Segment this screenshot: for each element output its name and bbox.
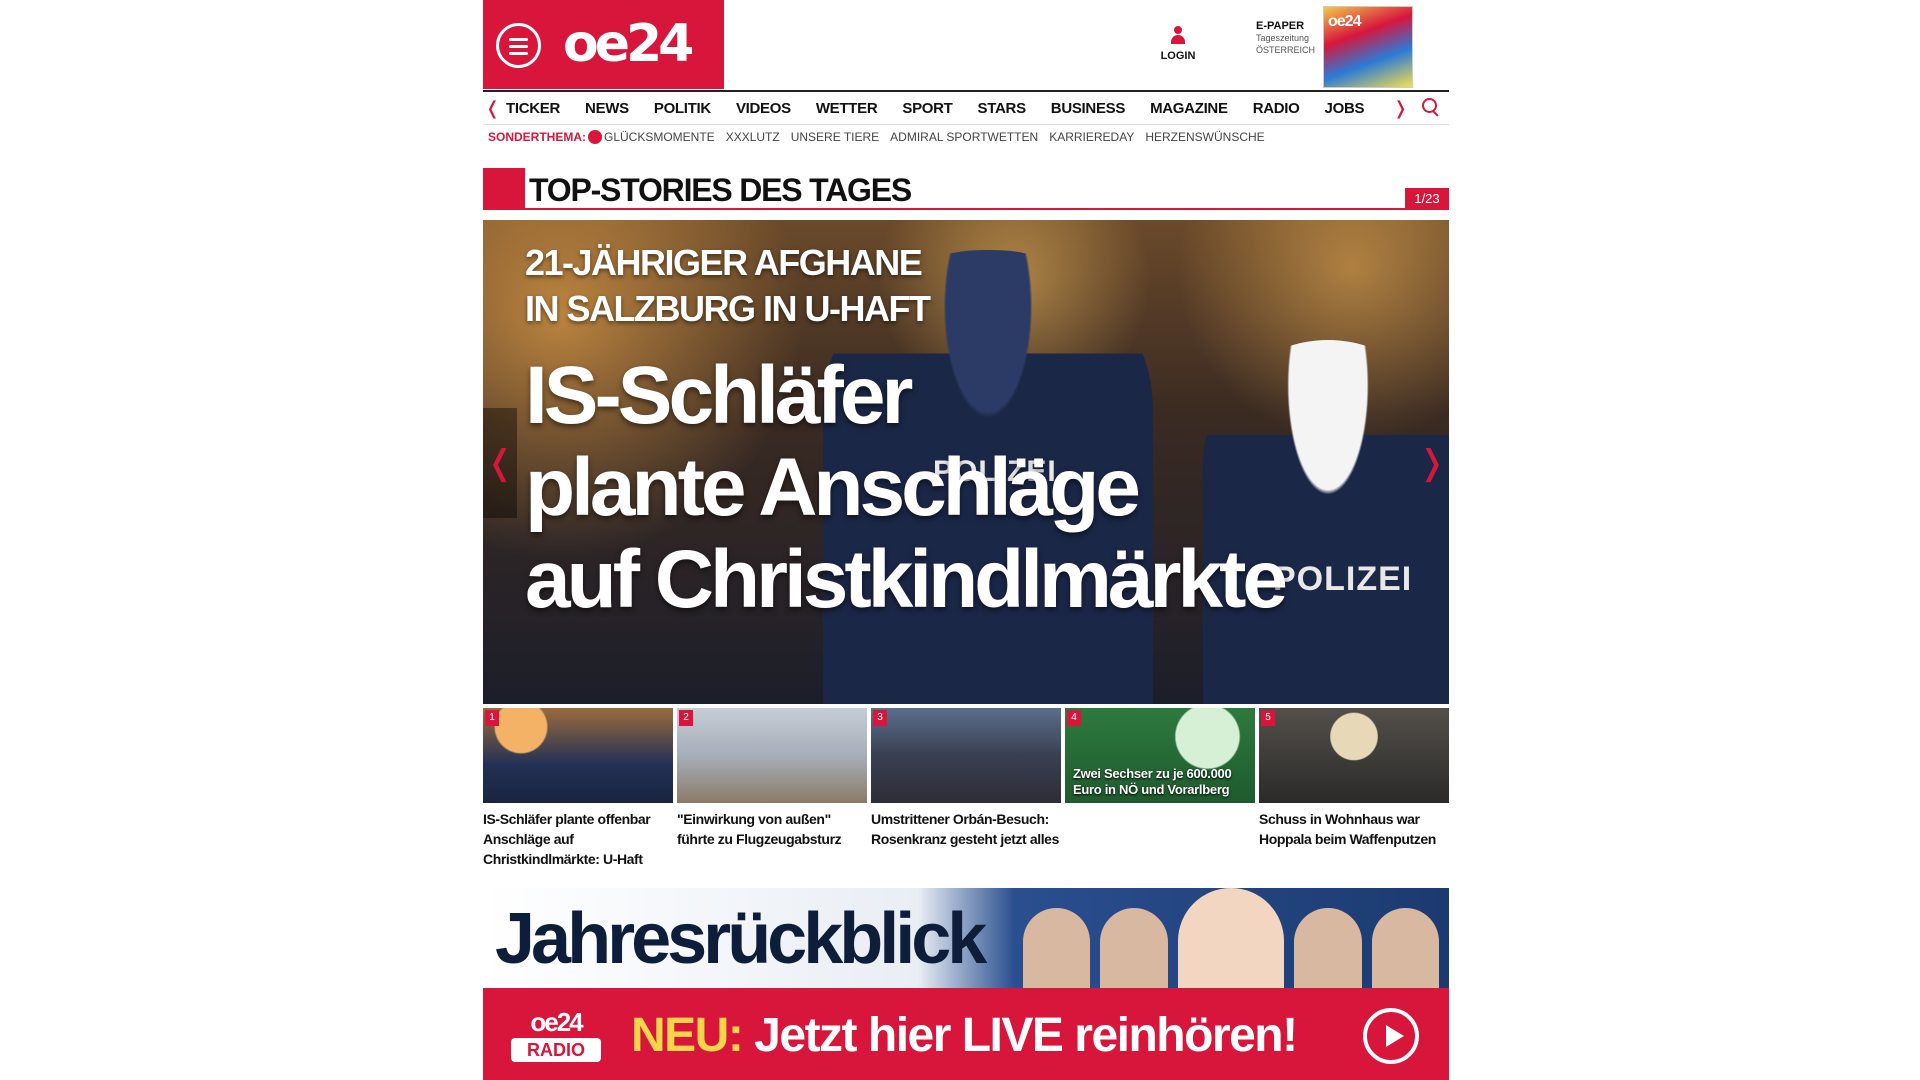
hero-headline-line: auf Christkindlmärkte <box>525 534 1288 625</box>
thumb-image: 2 <box>677 708 867 803</box>
oe24-logo[interactable]: oe24 <box>563 14 694 74</box>
thumb-caption[interactable]: "Einwirkung von außen" führte zu Flugzeu… <box>677 809 867 849</box>
nav-item-ticker[interactable]: TICKER <box>506 100 560 117</box>
nav-prev-arrow-icon[interactable]: ❬ <box>485 98 500 119</box>
thumb-caption[interactable]: Schuss in Wohnhaus war Hoppala beim Waff… <box>1259 809 1449 849</box>
login-button[interactable]: LOGIN <box>1153 26 1203 62</box>
hamburger-menu-icon[interactable] <box>496 23 541 68</box>
thumb-image: 5 <box>1259 708 1449 803</box>
section-underline <box>525 208 1449 210</box>
login-label: LOGIN <box>1160 50 1196 62</box>
thumb-number-badge: 2 <box>679 710 693 726</box>
banner-title: Jahresrückblick <box>495 899 987 979</box>
nav-item-business[interactable]: BUSINESS <box>1051 100 1126 117</box>
subnav-item-karriereday[interactable]: KARRIEREDAY <box>1049 130 1134 144</box>
radio-logo-bottom: RADIO <box>511 1038 601 1062</box>
radio-logo-top: oe24 <box>530 1007 583 1037</box>
radio-cta-label: Jetzt hier LIVE reinhören! <box>754 1009 1298 1062</box>
nav-list: TICKER NEWS POLITIK VIDEOS WETTER SPORT … <box>506 100 1389 117</box>
nav-item-wetter[interactable]: WETTER <box>816 100 878 117</box>
thumb-number-badge: 5 <box>1261 710 1275 726</box>
thumb-caption[interactable]: IS-Schläfer plante offenbar Anschläge au… <box>483 809 673 869</box>
story-thumb[interactable]: 1 IS-Schläfer plante offenbar Anschläge … <box>483 708 673 869</box>
oe24-radio-logo: oe24 RADIO <box>511 1008 601 1070</box>
portrait-image <box>1294 908 1362 988</box>
play-icon[interactable] <box>1363 1008 1419 1064</box>
hero-prev-arrow-icon[interactable]: ❬ <box>483 408 517 518</box>
hero-headline-line: IS-Schläfer <box>525 350 913 441</box>
thumb-image: 3 <box>871 708 1061 803</box>
thumb-image: 1 <box>483 708 673 803</box>
hero-next-arrow-icon[interactable]: ❭ <box>1415 408 1449 518</box>
section-header: TOP-STORIES DES TAGES 1/23 <box>483 168 1449 210</box>
story-thumb[interactable]: 4 Zwei Sechser zu je 600.000 Euro in NÖ … <box>1065 708 1255 869</box>
nav-item-radio[interactable]: RADIO <box>1253 100 1300 117</box>
thumb-number-badge: 1 <box>485 710 499 726</box>
hero-kicker-line: IN SALZBURG IN U-HAFT <box>525 288 931 329</box>
main-nav: ❬ TICKER NEWS POLITIK VIDEOS WETTER SPOR… <box>483 90 1449 125</box>
hero-headline-line: plante Anschläge <box>525 442 1141 533</box>
subnav-item-xxxlutz[interactable]: XXXLUTZ <box>726 130 780 144</box>
hero-kicker: 21-JÄHRIGER AFGHANE IN SALZBURG IN U-HAF… <box>525 240 931 332</box>
page: oe24 LOGIN E-PAPER Tageszeitung ÖSTERREI… <box>483 0 1449 1080</box>
subnav-item-herzenswuensche[interactable]: HERZENSWÜNSCHE <box>1145 130 1264 144</box>
subnav-item-unsere-tiere[interactable]: UNSERE TIERE <box>791 130 879 144</box>
story-thumb[interactable]: 5 Schuss in Wohnhaus war Hoppala beim Wa… <box>1259 708 1449 869</box>
story-thumbnails: 1 IS-Schläfer plante offenbar Anschläge … <box>483 708 1449 869</box>
radio-neu-label: NEU: <box>631 1009 744 1062</box>
hero-headline[interactable]: IS-Schläfer plante Anschläge auf Christk… <box>525 350 1405 626</box>
nav-item-politik[interactable]: POLITIK <box>654 100 711 117</box>
nav-item-stars[interactable]: STARS <box>978 100 1027 117</box>
thumb-number-badge: 4 <box>1067 710 1081 726</box>
epaper-title: E-PAPER <box>1256 20 1305 32</box>
portrait-image <box>1100 908 1168 988</box>
search-icon[interactable] <box>1422 98 1440 116</box>
hero-story[interactable]: POLIZEI POLIZEI 21-JÄHRIGER AFGHANE IN S… <box>483 220 1449 704</box>
section-title: TOP-STORIES DES TAGES <box>529 172 912 208</box>
nav-item-sport[interactable]: SPORT <box>902 100 952 117</box>
epaper-cover-logo: oe24 <box>1328 13 1361 30</box>
hero-kicker-line: 21-JÄHRIGER AFGHANE <box>525 242 923 283</box>
user-icon <box>1170 26 1186 46</box>
logo-area: oe24 <box>483 0 724 89</box>
epaper-link[interactable]: E-PAPER Tageszeitung ÖSTERREICH <box>1256 20 1315 56</box>
nav-next-arrow-icon[interactable]: ❭ <box>1393 98 1408 119</box>
portrait-image <box>1371 908 1439 988</box>
thumb-number-badge: 3 <box>873 710 887 726</box>
thumb-image: 4 Zwei Sechser zu je 600.000 Euro in NÖ … <box>1065 708 1255 803</box>
portrait-image <box>1177 888 1285 988</box>
thumb-caption[interactable]: Umstrittener Orbán-Besuch: Rosenkranz ge… <box>871 809 1061 849</box>
story-thumb[interactable]: 2 "Einwirkung von außen" führte zu Flugz… <box>677 708 867 869</box>
slide-counter: 1/23 <box>1405 188 1449 210</box>
subnav-item-admiral-sportwetten[interactable]: ADMIRAL SPORTWETTEN <box>890 130 1038 144</box>
nav-item-news[interactable]: NEWS <box>585 100 629 117</box>
sonderthema-label: SONDERTHEMA: <box>488 130 586 144</box>
nav-item-videos[interactable]: VIDEOS <box>736 100 791 117</box>
epaper-country: ÖSTERREICH <box>1256 45 1316 55</box>
subnav-item-gluecksmomente[interactable]: GLÜCKSMOMENTE <box>604 130 715 144</box>
radio-banner[interactable]: oe24 RADIO NEU: Jetzt hier LIVE reinhöre… <box>483 988 1449 1080</box>
radio-cta-text: NEU: Jetzt hier LIVE reinhören! <box>631 1008 1298 1064</box>
thumb-overlay-text: Zwei Sechser zu je 600.000 Euro in NÖ un… <box>1073 766 1232 797</box>
epaper-cover-image[interactable]: oe24 <box>1323 6 1413 88</box>
story-thumb[interactable]: 3 Umstrittener Orbán-Besuch: Rosenkranz … <box>871 708 1061 869</box>
section-marker <box>483 168 525 210</box>
portrait-image <box>1023 908 1091 988</box>
nav-item-magazine[interactable]: MAGAZINE <box>1150 100 1228 117</box>
gluecksmomente-icon <box>588 130 602 144</box>
nav-item-jobs[interactable]: JOBS <box>1325 100 1365 117</box>
subnav: SONDERTHEMA: GLÜCKSMOMENTE XXXLUTZ UNSER… <box>488 130 1276 144</box>
banner-portraits <box>1023 888 1449 988</box>
jahresrueckblick-banner[interactable]: Jahresrückblick <box>483 888 1449 988</box>
epaper-subtitle: Tageszeitung <box>1256 33 1310 43</box>
